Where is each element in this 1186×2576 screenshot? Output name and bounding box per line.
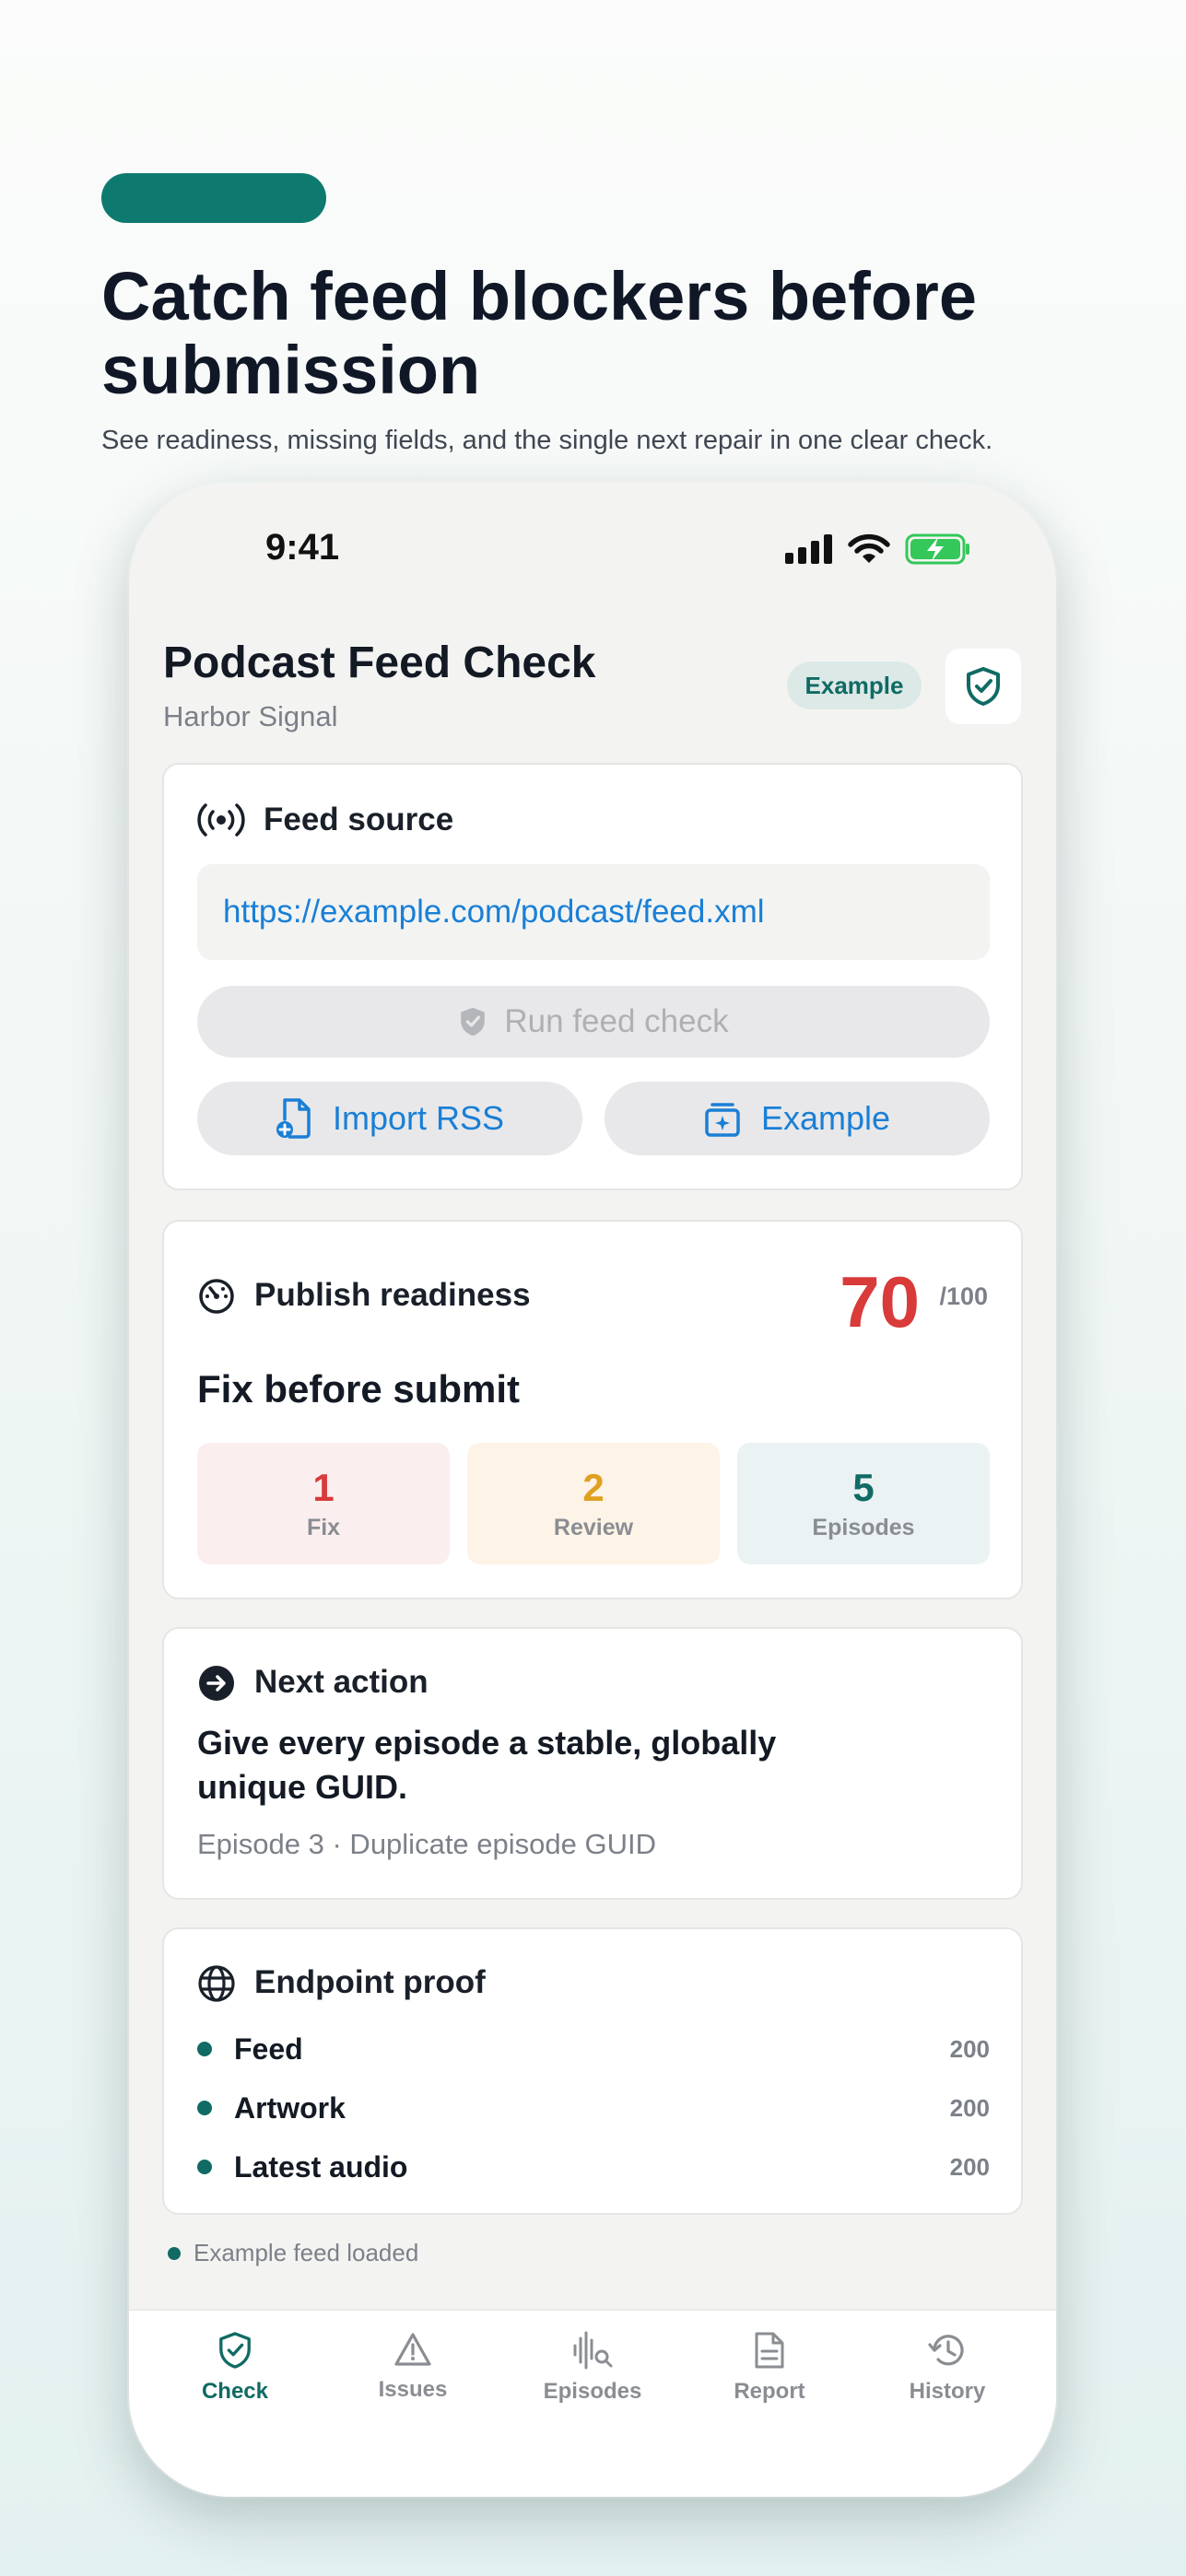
run-feed-check-label: Run feed check: [504, 1003, 729, 1039]
example-label: Example: [760, 1099, 891, 1137]
app-title: Podcast Feed Check: [163, 638, 596, 687]
readiness-score: 70: [840, 1261, 920, 1342]
shield-check-icon: [461, 1007, 486, 1036]
endpoint-status-code: 200: [949, 2152, 990, 2181]
gauge-icon: [199, 1279, 234, 1314]
next-action-text: Give every episode a stable, globally un…: [197, 1724, 777, 1806]
stat-review-value: 2: [582, 1465, 605, 1509]
tab-episodes-label: Episodes: [543, 2379, 642, 2404]
import-rss-button[interactable]: Import RSS: [197, 1082, 582, 1155]
cellular-signal-icon: [785, 534, 832, 564]
readiness-verdict: Fix before submit: [197, 1367, 521, 1411]
status-dot: [197, 2160, 212, 2174]
sparkle-box-icon: [705, 1103, 740, 1137]
tab-check-label: Check: [201, 2379, 269, 2404]
example-button[interactable]: Example: [605, 1082, 990, 1155]
stat-review[interactable]: 2 Review: [467, 1443, 720, 1564]
battery-charging-icon: [905, 533, 969, 565]
endpoint-status-code: 200: [949, 2093, 990, 2122]
endpoint-row-feed: Feed 200: [197, 2031, 990, 2067]
broadcast-icon: [197, 803, 245, 837]
endpoint-row-artwork: Artwork 200: [197, 2090, 990, 2126]
hero-tag-pill: [101, 173, 326, 223]
wifi-icon: [848, 533, 890, 563]
history-icon: [928, 2335, 964, 2366]
feed-source-title: Feed source: [264, 802, 454, 837]
feed-url-input[interactable]: https://example.com/podcast/feed.xml: [197, 864, 990, 960]
toast-text: Example feed loaded: [194, 2239, 419, 2266]
status-toast: Example feed loaded: [168, 2239, 418, 2267]
tab-history[interactable]: History: [874, 2331, 1021, 2423]
stat-episodes-value: 5: [852, 1465, 875, 1509]
endpoint-proof-card: Endpoint proof Feed 200 Artwork 200 Late…: [162, 1927, 1023, 2215]
tab-issues[interactable]: Issues: [339, 2331, 487, 2423]
phone-frame: 9:41 Podcast Feed Check Harbor Signal Ex…: [129, 483, 1056, 2497]
next-action-card[interactable]: Next action Give every episode a stable,…: [162, 1627, 1023, 1900]
endpoint-name: Feed: [234, 2032, 303, 2066]
status-dot: [197, 2101, 212, 2115]
stat-review-label: Review: [553, 1514, 634, 1540]
stat-episodes[interactable]: 5 Episodes: [737, 1443, 990, 1564]
stat-fix-value: 1: [312, 1465, 335, 1509]
feed-source-card: Feed source https://example.com/podcast/…: [162, 763, 1023, 1190]
status-dot: [197, 2042, 212, 2056]
import-rss-label: Import RSS: [332, 1099, 505, 1137]
tab-check[interactable]: Check: [161, 2331, 309, 2423]
waveform-search-icon: [573, 2331, 613, 2370]
shield-check-icon: [967, 667, 1000, 706]
status-icons: [785, 531, 971, 568]
endpoint-proof-title: Endpoint proof: [254, 1964, 486, 2000]
next-action-meta: Episode 3 · Duplicate episode GUID: [197, 1828, 656, 1860]
publish-readiness-title: Publish readiness: [254, 1277, 531, 1313]
warning-icon: [394, 2333, 431, 2366]
shield-check-icon: [219, 2332, 251, 2369]
stat-fix-label: Fix: [306, 1514, 341, 1540]
hero-subtitle: See readiness, missing fields, and the s…: [101, 426, 993, 455]
publish-readiness-card: Publish readiness 70 /100 Fix before sub…: [162, 1220, 1023, 1599]
endpoint-row-latest-audio: Latest audio 200: [197, 2149, 990, 2185]
tab-report-label: Report: [734, 2379, 805, 2404]
hero-title: Catch feed blockers before submission: [101, 258, 977, 408]
app-subtitle: Harbor Signal: [163, 700, 338, 732]
tab-history-label: History: [909, 2379, 986, 2404]
next-action-title: Next action: [254, 1664, 429, 1700]
tab-issues-label: Issues: [378, 2377, 448, 2402]
tab-report[interactable]: Report: [696, 2331, 843, 2423]
stat-fix[interactable]: 1 Fix: [197, 1443, 450, 1564]
toast-dot: [168, 2246, 181, 2260]
tab-bar: Check Issues Episodes Report History: [129, 2309, 1056, 2497]
import-document-icon: [276, 1098, 311, 1139]
endpoint-name: Latest audio: [234, 2149, 408, 2184]
endpoint-name: Artwork: [234, 2090, 346, 2125]
status-time: 9:41: [265, 527, 340, 568]
shield-button[interactable]: [945, 649, 1021, 724]
stat-episodes-label: Episodes: [812, 1514, 915, 1540]
readiness-score-max: /100: [939, 1282, 988, 1310]
tab-episodes[interactable]: Episodes: [519, 2331, 666, 2423]
example-badge: Example: [787, 662, 922, 709]
arrow-right-circle-icon: [199, 1666, 234, 1701]
endpoint-status-code: 200: [949, 2034, 990, 2063]
globe-icon: [198, 1965, 235, 2002]
run-feed-check-button[interactable]: Run feed check: [197, 986, 990, 1058]
document-icon: [755, 2332, 784, 2369]
